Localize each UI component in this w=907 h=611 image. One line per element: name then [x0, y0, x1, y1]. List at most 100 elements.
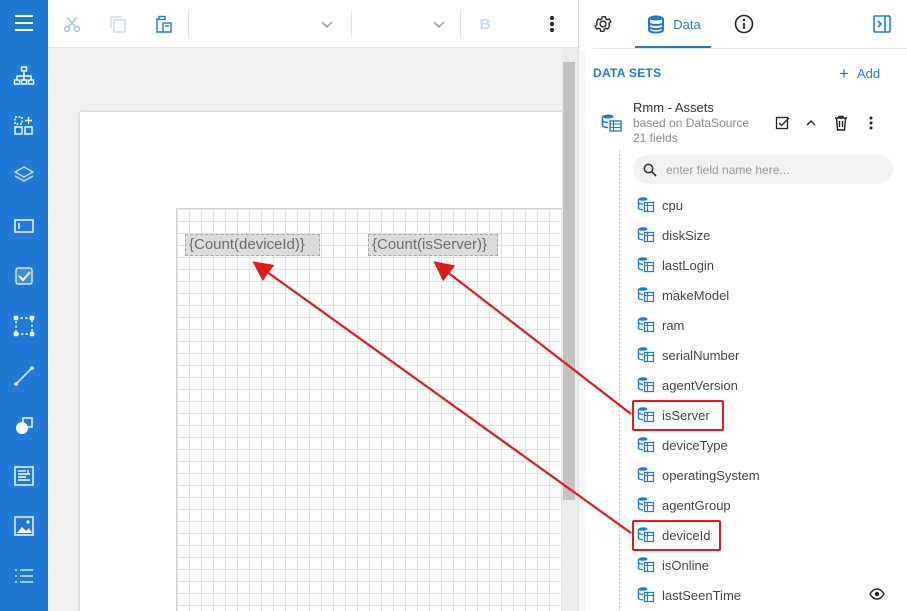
- field-icon: [637, 436, 655, 454]
- field-item[interactable]: serialNumber: [637, 340, 897, 370]
- checkbox-icon[interactable]: [0, 256, 48, 296]
- field-item[interactable]: operatingSystem: [637, 460, 897, 490]
- font-size-dropdown[interactable]: [424, 0, 454, 48]
- toolbar-separator: [188, 10, 189, 38]
- panel-tabs: Data: [579, 0, 907, 48]
- dataset-icon: [601, 114, 622, 132]
- field-item[interactable]: lastSeenTime: [637, 580, 897, 610]
- database-icon: [648, 15, 665, 34]
- field-icon: [637, 556, 655, 574]
- field-label: serialNumber: [662, 347, 740, 363]
- edit-dataset-icon[interactable]: [773, 114, 793, 132]
- copy-icon[interactable]: [104, 0, 132, 48]
- highlight-deviceid: [632, 520, 721, 551]
- field-label: agentVersion: [662, 377, 738, 393]
- field-icon: [637, 316, 655, 334]
- count-deviceid-field[interactable]: {Count(deviceId)}: [185, 234, 320, 256]
- dataset-source: based on DataSource: [633, 116, 750, 130]
- bold-button[interactable]: B: [473, 0, 497, 48]
- field-search[interactable]: [633, 155, 893, 184]
- more-vertical-icon[interactable]: [861, 114, 881, 132]
- panel-collapse-icon: [873, 15, 891, 33]
- field-icon: [637, 256, 655, 274]
- cut-icon[interactable]: [58, 0, 86, 48]
- field-icon: [637, 226, 655, 244]
- image-icon[interactable]: [0, 506, 48, 546]
- line-icon[interactable]: [0, 356, 48, 396]
- chevron-up-icon[interactable]: [801, 114, 821, 132]
- info-icon: [734, 14, 754, 34]
- field-icon: [637, 346, 655, 364]
- tabs-divider: [593, 48, 907, 49]
- dataset-fields-count: 21 fields: [633, 131, 678, 145]
- collapse-panel-button[interactable]: [869, 0, 895, 48]
- more-vertical-icon[interactable]: [540, 0, 564, 48]
- field-label: deviceType: [662, 437, 728, 453]
- field-item[interactable]: makeModel: [637, 280, 897, 310]
- datasets-header: DATA SETS: [593, 66, 662, 80]
- field-label: isOnline: [662, 557, 709, 573]
- trash-icon[interactable]: [831, 114, 851, 132]
- paste-icon[interactable]: [150, 0, 178, 48]
- field-icon: [637, 376, 655, 394]
- selection-icon[interactable]: [0, 306, 48, 346]
- font-family-dropdown[interactable]: [312, 0, 342, 48]
- left-sidebar: [0, 0, 48, 611]
- field-item[interactable]: deviceType: [637, 430, 897, 460]
- field-item[interactable]: ram: [637, 310, 897, 340]
- field-label: diskSize: [662, 227, 711, 243]
- field-label: operatingSystem: [662, 467, 760, 483]
- field-icon: [637, 286, 655, 304]
- design-canvas[interactable]: {Count(deviceId)} {Count(isServer)}: [48, 48, 562, 611]
- right-panel: Data DATA SETS + Add Rmm - Assets based …: [578, 0, 907, 611]
- eye-icon[interactable]: [869, 587, 885, 606]
- field-label: lastLogin: [662, 257, 715, 273]
- report-tree-icon[interactable]: [0, 56, 48, 96]
- plus-icon: +: [839, 63, 849, 83]
- menu-icon[interactable]: [0, 3, 48, 43]
- detail-band[interactable]: {Count(deviceId)} {Count(isServer)}: [176, 208, 562, 611]
- text-box-icon[interactable]: [0, 206, 48, 246]
- field-item[interactable]: cpu: [637, 190, 897, 220]
- chevron-down-icon: [433, 21, 445, 29]
- dataset-item[interactable]: Rmm - Assets based on DataSource 21 fiel…: [601, 100, 901, 148]
- dataset-name: Rmm - Assets: [633, 100, 714, 115]
- report-page: {Count(deviceId)} {Count(isServer)}: [80, 112, 562, 611]
- highlight-isserver: [632, 400, 724, 431]
- tree-guide-line: [619, 150, 620, 611]
- search-input[interactable]: [666, 162, 866, 177]
- panel-scrollbar[interactable]: [579, 50, 585, 611]
- chevron-down-icon: [321, 21, 333, 29]
- canvas-scrollbar[interactable]: [562, 48, 578, 611]
- shapes-icon[interactable]: [0, 406, 48, 446]
- rich-text-icon[interactable]: [0, 456, 48, 496]
- scrollbar-thumb[interactable]: [563, 62, 575, 500]
- field-label: cpu: [662, 197, 683, 213]
- toolbar-separator: [460, 10, 461, 38]
- add-component-icon[interactable]: [0, 106, 48, 146]
- field-label: makeModel: [662, 287, 730, 303]
- field-icon: [637, 466, 655, 484]
- list-icon[interactable]: [0, 556, 48, 596]
- field-label: ram: [662, 317, 685, 333]
- tab-data-label: Data: [673, 16, 701, 32]
- field-icon: [637, 496, 655, 514]
- field-item[interactable]: agentVersion: [637, 370, 897, 400]
- settings-tab[interactable]: [589, 0, 617, 48]
- field-label: agentGroup: [662, 497, 731, 513]
- layers-icon[interactable]: [0, 155, 48, 195]
- info-tab[interactable]: [731, 0, 757, 48]
- field-item[interactable]: agentGroup: [637, 490, 897, 520]
- tab-data[interactable]: Data: [637, 0, 711, 48]
- add-dataset-button[interactable]: + Add: [839, 63, 881, 83]
- count-isserver-field[interactable]: {Count(isServer)}: [368, 234, 498, 256]
- field-item[interactable]: lastLogin: [637, 250, 897, 280]
- field-label: lastSeenTime: [662, 587, 741, 603]
- field-item[interactable]: diskSize: [637, 220, 897, 250]
- field-icon: [637, 196, 655, 214]
- toolbar-separator: [351, 10, 352, 38]
- field-item[interactable]: isOnline: [637, 550, 897, 580]
- add-label: Add: [856, 66, 881, 81]
- field-icon: [637, 586, 655, 604]
- search-icon: [643, 163, 657, 177]
